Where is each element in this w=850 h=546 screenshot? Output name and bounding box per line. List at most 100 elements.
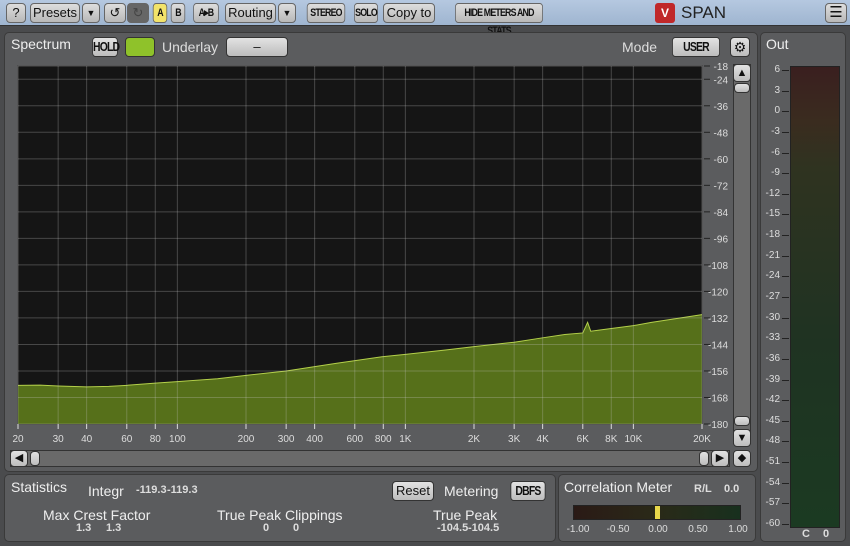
out-scale-label: -9: [771, 167, 780, 179]
spectrum-chart: 20 30 40 60 80 100 200 300 400 600 800 1K 2K 3K 4K 6K 8K…: [12, 62, 729, 445]
out-scale-label: 0: [774, 105, 780, 117]
out-scale-tick: [782, 152, 789, 154]
out-scale-tick: [782, 235, 789, 237]
x-tick-label: 20: [12, 434, 24, 445]
correlation-scale-label: 0.50: [688, 524, 708, 535]
menu-icon[interactable]: ☰: [825, 3, 847, 23]
correlation-tab: Correlation Meter: [564, 479, 673, 495]
out-scale-label: -30: [765, 311, 780, 323]
clippings-label: True Peak Clippings: [217, 507, 343, 523]
out-scale-tick: [782, 420, 789, 422]
integr-label: Integr: [88, 483, 124, 499]
out-scale-tick: [782, 503, 789, 505]
scroll-right-arrow-icon[interactable]: ▶: [711, 450, 729, 467]
x-tick-label: 100: [169, 434, 186, 445]
out-scale-label: -15: [765, 208, 780, 220]
out-scale-label: -42: [765, 394, 780, 406]
out-scale-tick: [782, 400, 789, 402]
out-scale-label: -24: [765, 270, 780, 282]
y-tick-label: -96: [714, 234, 729, 245]
out-scale-label: -54: [765, 476, 780, 488]
scroll-left-arrow-icon[interactable]: ◀: [10, 450, 28, 467]
out-scale-label: -36: [765, 352, 780, 364]
clippings-value-right: 0: [293, 522, 300, 534]
horizontal-scrollbar[interactable]: [10, 450, 730, 467]
output-level-meter: [790, 66, 840, 528]
y-tick-label: -156: [708, 367, 728, 378]
vertical-scrollbar[interactable]: [733, 64, 751, 444]
out-scale-tick: [782, 276, 789, 278]
metering-select[interactable]: DBFS: [510, 481, 546, 501]
true-peak-label: True Peak: [433, 507, 498, 523]
y-tick-label: -120: [708, 287, 728, 298]
y-tick-label: -60: [714, 155, 729, 166]
out-scale-tick: [782, 214, 789, 216]
y-tick-label: -72: [714, 181, 729, 192]
out-scale-tick: [782, 193, 789, 195]
out-scale-label: -27: [765, 291, 780, 302]
reset-zoom-icon[interactable]: ◆: [733, 450, 751, 467]
reset-button[interactable]: Reset: [392, 481, 434, 501]
integr-value-right: -119.3: [167, 484, 198, 496]
out-scale-label: -6: [771, 146, 780, 158]
out-scale-label: 3: [774, 84, 780, 96]
y-tick-label: -48: [714, 128, 729, 139]
crest-value-left: 1.3: [76, 522, 92, 534]
x-tick-label: 60: [121, 434, 133, 445]
y-tick-label: -108: [708, 261, 728, 272]
out-scale-label: -51: [765, 456, 780, 468]
correlation-scale-label: -0.50: [606, 524, 630, 535]
y-tick-label: -168: [708, 393, 728, 404]
correlation-scale-label: 0.00: [648, 524, 668, 535]
y-tick-label: -144: [708, 340, 728, 351]
out-scale-label: -18: [765, 229, 780, 241]
statistics-tab: Statistics: [11, 479, 68, 495]
horizontal-scroll-thumb-right[interactable]: [699, 451, 709, 466]
y-tick-label: -180: [708, 420, 728, 431]
x-tick-label: 40: [81, 434, 93, 445]
correlation-channel: R/L: [694, 483, 712, 495]
out-scale-tick: [782, 131, 789, 133]
true-peak-value-right: -104.5: [468, 522, 500, 534]
out-scale-label: -48: [765, 435, 780, 447]
out-tab: Out: [766, 36, 789, 52]
out-scale-tick: [782, 379, 789, 381]
x-tick-label: 200: [238, 434, 255, 445]
x-tick-label: 1K: [399, 434, 412, 445]
correlation-scale-label: -1.00: [566, 524, 590, 535]
crest-value-right: 1.3: [106, 522, 122, 534]
crest-label: Max Crest Factor: [43, 507, 151, 523]
y-tick-label: -24: [714, 75, 729, 86]
y-tick-label: -132: [708, 314, 728, 325]
x-tick-label: 8K: [605, 434, 618, 445]
scroll-up-arrow-icon[interactable]: ▲: [733, 64, 751, 82]
channel-label: C: [802, 528, 810, 540]
x-tick-label: 20K: [693, 434, 711, 445]
x-tick-label: 600: [346, 434, 363, 445]
out-scale-label: -45: [765, 414, 780, 426]
out-scale-tick: [782, 524, 789, 525]
horizontal-scroll-thumb[interactable]: [30, 451, 40, 466]
correlation-indicator: [655, 506, 660, 519]
vertical-scroll-thumb-bottom[interactable]: [734, 416, 750, 426]
out-scale-label: -39: [765, 373, 780, 385]
x-tick-label: 80: [150, 434, 162, 445]
out-scale-tick: [782, 441, 789, 443]
metering-label: Metering: [444, 483, 499, 499]
out-scale-tick: [782, 338, 789, 340]
out-scale-tick: [782, 90, 789, 92]
out-scale-label: -21: [765, 249, 780, 261]
x-tick-label: 800: [375, 434, 392, 445]
x-tick-label: 10K: [624, 434, 642, 445]
clippings-value-left: 0: [263, 522, 270, 534]
out-scale-tick: [782, 111, 789, 113]
correlation-scale-label: 1.00: [728, 524, 748, 535]
out-scale-label: -12: [765, 187, 780, 199]
vertical-scroll-thumb[interactable]: [734, 83, 750, 93]
out-scale-tick: [782, 358, 789, 360]
scroll-down-arrow-icon[interactable]: ▼: [733, 429, 751, 447]
out-scale-tick: [782, 173, 789, 175]
out-scale-label: -60: [765, 518, 780, 529]
x-tick-label: 3K: [508, 434, 521, 445]
y-tick-label: -18: [714, 62, 729, 73]
